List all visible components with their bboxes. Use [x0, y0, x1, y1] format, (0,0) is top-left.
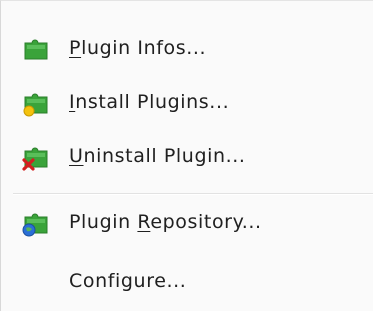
menu-item-label: Configure...: [69, 270, 187, 292]
puzzle-uninstall-icon: [22, 147, 48, 171]
menu-item-install-plugins[interactable]: Install Plugins...: [21, 81, 361, 123]
menu-item-plugin-infos[interactable]: Plugin Infos...: [21, 27, 361, 69]
menu-item-configure[interactable]: Configure...: [21, 260, 361, 302]
menu-separator: [13, 193, 373, 195]
menu-item-uninstall-plugin[interactable]: Uninstall Plugin...: [21, 135, 361, 177]
menu-item-label: Plugin Infos...: [69, 37, 207, 59]
menu-item-label: Uninstall Plugin...: [69, 145, 246, 167]
puzzle-icon: [24, 39, 48, 60]
puzzle-globe-icon: [22, 213, 48, 237]
menu-item-label: Install Plugins...: [69, 91, 230, 113]
puzzle-install-icon: [23, 93, 48, 117]
menu-item-label: Plugin Repository...: [69, 211, 262, 233]
plugin-menu: Plugin Infos... Install Plugins... Unins…: [0, 0, 373, 311]
menu-item-plugin-repository[interactable]: Plugin Repository...: [21, 201, 361, 243]
